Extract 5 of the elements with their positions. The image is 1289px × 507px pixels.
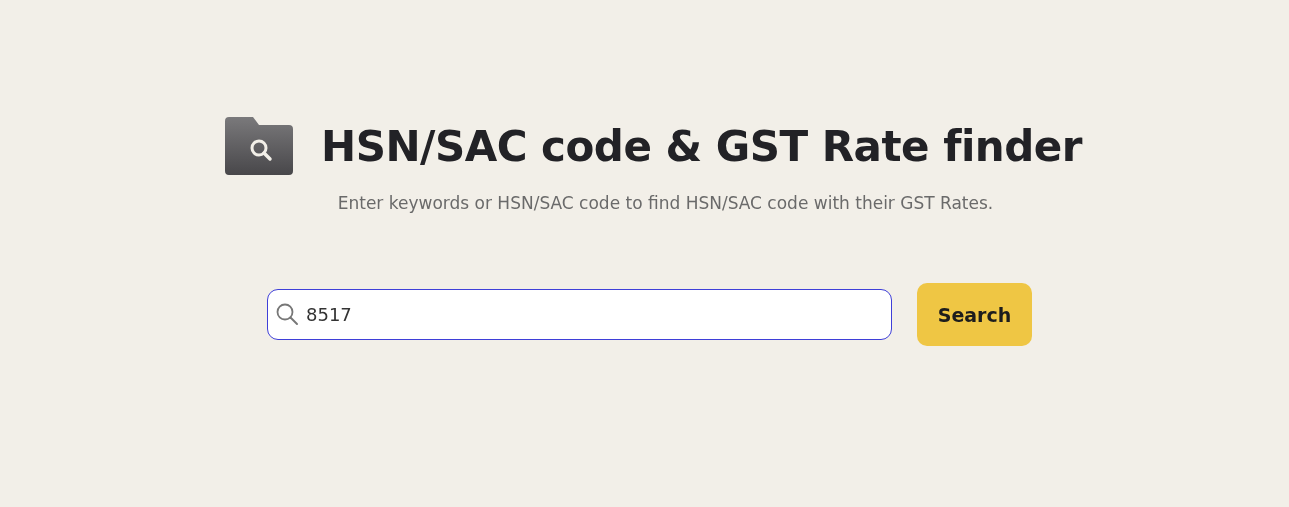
page-subtitle: Enter keywords or HSN/SAC code to find HSN/SAC code with their GST Rates. [337,193,994,213]
search-field[interactable]: 8517 [267,289,892,340]
search-button[interactable]: Search [917,283,1032,346]
folder-search-icon [225,117,295,175]
page-title: HSN/SAC code & GST Rate finder [321,121,1082,171]
